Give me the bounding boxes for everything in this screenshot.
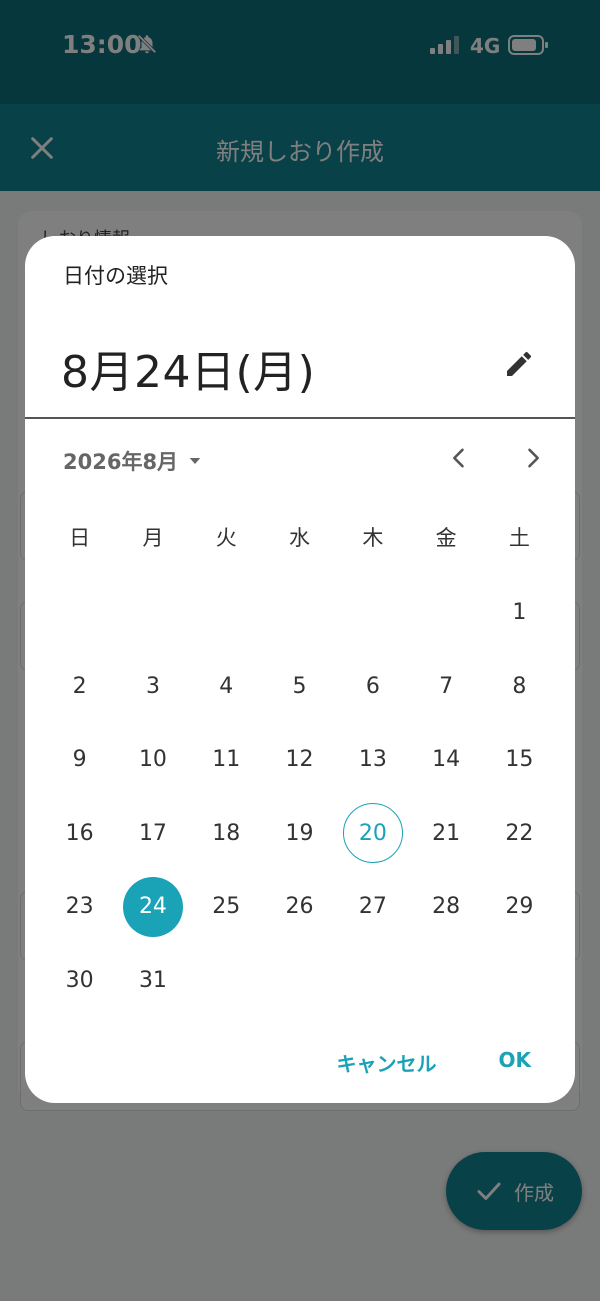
calendar-day-number: 1	[512, 600, 527, 626]
calendar-blank-cell	[409, 576, 482, 650]
chevron-right-icon[interactable]	[519, 444, 547, 472]
calendar-day[interactable]: 13	[336, 723, 409, 797]
weekday-label: 火	[215, 526, 237, 550]
calendar-day[interactable]: 22	[483, 797, 556, 871]
calendar-day[interactable]: 28	[409, 870, 482, 944]
calendar-blank-cell	[116, 576, 189, 650]
calendar-day-number: 23	[65, 894, 94, 920]
calendar-day-number: 27	[358, 894, 387, 920]
calendar-day[interactable]: 27	[336, 870, 409, 944]
ok-button[interactable]: OK	[499, 1048, 532, 1077]
calendar-day-number: 5	[292, 673, 307, 699]
calendar-day-grid: 1 2 3 4 5 6 7 8 9 10 11 12 13 14 15 16 17 18 19 20 21 22 23 24 2…	[43, 576, 557, 1017]
calendar-day-number: 25	[212, 894, 241, 920]
calendar-day-number: 6	[365, 673, 380, 699]
calendar-day-number: 28	[432, 894, 461, 920]
calendar-day-number: 29	[505, 894, 534, 920]
calendar-day[interactable]: 18	[190, 797, 263, 871]
calendar-day-number: 10	[138, 747, 167, 773]
weekday-label: 土	[508, 526, 530, 550]
calendar-day[interactable]: 3	[116, 650, 189, 724]
calendar-day-number: 13	[358, 747, 387, 773]
weekday-label: 月	[142, 526, 164, 550]
calendar-day-number: 19	[285, 820, 314, 846]
weekday-label: 日	[69, 526, 91, 550]
calendar-day-today[interactable]: 20	[336, 797, 409, 871]
calendar-day-number: 30	[65, 967, 94, 993]
calendar-day-number: 7	[439, 673, 454, 699]
date-picker-dialog: 日付の選択 8月24日(月) 2026年8月 日 月 火 水 木 金 土 123…	[25, 236, 575, 1103]
calendar-day-number: 20	[342, 803, 403, 864]
calendar-day-number: 4	[219, 673, 234, 699]
calendar-day[interactable]: 14	[409, 723, 482, 797]
calendar-day[interactable]: 1	[483, 576, 556, 650]
calendar-blank-cell	[263, 576, 336, 650]
calendar-day[interactable]: 8	[483, 650, 556, 724]
weekday-label: 木	[362, 526, 384, 550]
calendar-day-number: 18	[212, 820, 241, 846]
calendar-day-number: 14	[432, 747, 461, 773]
calendar-day[interactable]: 19	[263, 797, 336, 871]
month-year-selector[interactable]: 2026年8月	[63, 446, 204, 476]
calendar-day[interactable]: 2	[43, 650, 116, 724]
dialog-title: 日付の選択	[63, 264, 168, 288]
calendar-day-selected[interactable]: 24	[116, 870, 189, 944]
calendar-day[interactable]: 10	[116, 723, 189, 797]
calendar-day-number: 15	[505, 747, 534, 773]
calendar-day[interactable]: 30	[43, 944, 116, 1018]
calendar-day[interactable]: 25	[190, 870, 263, 944]
calendar-day[interactable]: 5	[263, 650, 336, 724]
caret-down-icon	[189, 458, 201, 464]
calendar-day[interactable]: 21	[409, 797, 482, 871]
header-divider	[25, 417, 575, 419]
calendar-day[interactable]: 6	[336, 650, 409, 724]
calendar-day-number: 11	[212, 747, 241, 773]
calendar-blank-cell	[336, 576, 409, 650]
calendar-day[interactable]: 9	[43, 723, 116, 797]
calendar-day-number: 24	[122, 876, 183, 937]
chevron-left-icon[interactable]	[445, 444, 473, 472]
calendar-day[interactable]: 23	[43, 870, 116, 944]
weekday-header-row: 日 月 火 水 木 金 土	[43, 522, 557, 552]
dialog-actions: キャンセル OK	[337, 1048, 532, 1077]
selected-date-heading: 8月24日(月)	[61, 347, 316, 398]
calendar-day[interactable]: 31	[116, 944, 189, 1018]
weekday-label: 水	[289, 526, 311, 550]
calendar-day-number: 3	[145, 673, 160, 699]
calendar-day[interactable]: 7	[409, 650, 482, 724]
pencil-icon[interactable]	[503, 348, 535, 380]
screen: 13:00 4G 新規しおり作成 しおり情報	[0, 0, 600, 1301]
month-label: 2026年8月	[63, 450, 179, 474]
calendar-day[interactable]: 15	[483, 723, 556, 797]
calendar-day-number: 17	[138, 820, 167, 846]
calendar-day-number: 8	[512, 673, 527, 699]
calendar-day-number: 22	[505, 820, 534, 846]
calendar-day[interactable]: 12	[263, 723, 336, 797]
calendar-day-number: 12	[285, 747, 314, 773]
calendar-day-number: 16	[65, 820, 94, 846]
calendar-day[interactable]: 11	[190, 723, 263, 797]
calendar-day[interactable]: 16	[43, 797, 116, 871]
calendar-blank-cell	[43, 576, 116, 650]
calendar-day-number: 9	[72, 747, 87, 773]
calendar-day[interactable]: 26	[263, 870, 336, 944]
calendar-day[interactable]: 29	[483, 870, 556, 944]
calendar-day-number: 31	[138, 967, 167, 993]
calendar-day[interactable]: 4	[190, 650, 263, 724]
calendar-day-number: 2	[72, 673, 87, 699]
calendar-day-number: 26	[285, 894, 314, 920]
cancel-button[interactable]: キャンセル	[337, 1048, 437, 1077]
weekday-label: 金	[435, 526, 457, 550]
calendar-blank-cell	[190, 576, 263, 650]
calendar-day-number: 21	[432, 820, 461, 846]
calendar-day[interactable]: 17	[116, 797, 189, 871]
